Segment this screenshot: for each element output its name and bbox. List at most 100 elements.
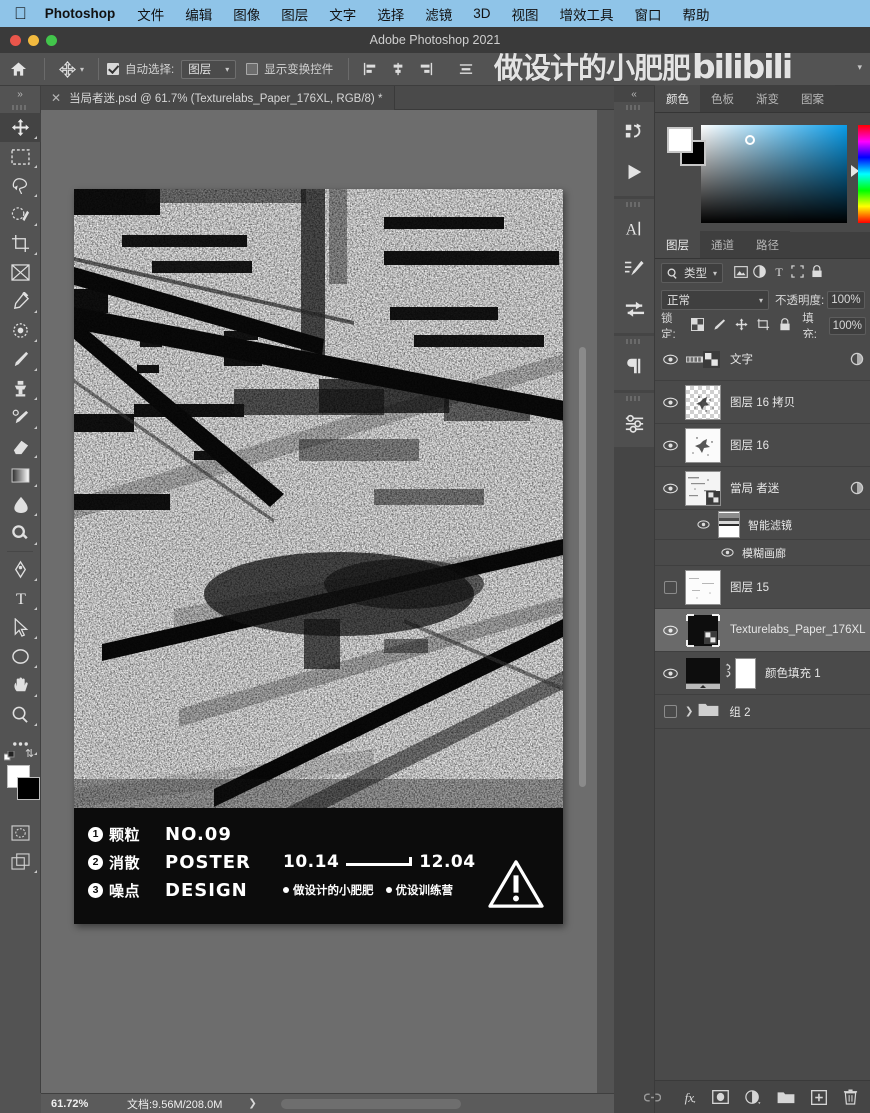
shape-filter-icon[interactable]: [788, 265, 807, 281]
tab-swatches[interactable]: 色板: [700, 85, 745, 112]
menu-item-filter[interactable]: 滤镜: [425, 4, 452, 24]
layer-row-16[interactable]: 图层 16: [655, 424, 870, 467]
close-icon[interactable]: ✕: [51, 91, 61, 105]
tool-lasso[interactable]: [0, 171, 41, 200]
layer-row-15[interactable]: 图层 15: [655, 566, 870, 609]
adjustment-layer-icon[interactable]: [745, 1090, 761, 1105]
tool-blur[interactable]: [0, 490, 41, 519]
layer-visibility-toggle[interactable]: [655, 440, 685, 451]
layer-row-color-fill[interactable]: 颜色填充 1: [655, 652, 870, 695]
new-layer-icon[interactable]: [811, 1090, 827, 1105]
menu-item-file[interactable]: 文件: [137, 4, 164, 24]
tab-gradients[interactable]: 渐变: [745, 85, 790, 112]
home-button[interactable]: [0, 62, 36, 76]
options-bar-overflow-chevron-icon[interactable]: ▾: [857, 62, 862, 73]
tool-brush[interactable]: [0, 345, 41, 374]
canvas-area[interactable]: 1 颗粒 NO.09 2 消散 POSTER 10.14 12.04 3: [41, 110, 614, 1093]
tool-shape-ellipse[interactable]: [0, 642, 41, 671]
layer-row-smart-object[interactable]: 當局 者迷: [655, 467, 870, 510]
rail-drag-handle[interactable]: [614, 199, 654, 209]
hue-slider[interactable]: [858, 125, 870, 223]
layer-thumbnail[interactable]: [685, 656, 721, 691]
layer-visibility-toggle[interactable]: [655, 397, 685, 408]
link-layers-icon[interactable]: [644, 1092, 661, 1103]
menu-item-edit[interactable]: 编辑: [185, 4, 212, 24]
menu-item-image[interactable]: 图像: [233, 4, 260, 24]
menu-item-select[interactable]: 选择: [377, 4, 404, 24]
tool-history-brush[interactable]: [0, 403, 41, 432]
tool-zoom[interactable]: [0, 700, 41, 729]
layer-fx-indicator-icon[interactable]: [850, 352, 864, 371]
tool-eraser[interactable]: [0, 432, 41, 461]
lock-all-icon[interactable]: [779, 318, 791, 334]
expand-tools-icon[interactable]: »: [0, 86, 40, 102]
tool-move[interactable]: [0, 113, 41, 142]
delete-layer-icon[interactable]: [843, 1089, 858, 1105]
tool-quick-selection[interactable]: [0, 200, 41, 229]
menu-item-help[interactable]: 帮助: [683, 4, 710, 24]
layer-mask-thumbnail[interactable]: [735, 658, 756, 689]
add-mask-icon[interactable]: [712, 1090, 729, 1104]
poster-artwork[interactable]: 1 颗粒 NO.09 2 消散 POSTER 10.14 12.04 3: [74, 189, 563, 924]
lock-artboard-icon[interactable]: [757, 318, 770, 334]
layer-visibility-toggle[interactable]: [655, 581, 685, 594]
tool-hand[interactable]: [0, 671, 41, 700]
layer-visibility-toggle[interactable]: [655, 354, 685, 365]
rail-drag-handle[interactable]: [614, 102, 654, 112]
menu-item-plugins[interactable]: 增效工具: [560, 4, 614, 24]
auto-select-checkbox[interactable]: 自动选择:: [107, 53, 181, 86]
tab-patterns[interactable]: 图案: [790, 85, 835, 112]
history-panel-icon[interactable]: [614, 112, 654, 152]
layer-thumbnail[interactable]: [685, 570, 721, 605]
show-transform-checkbox[interactable]: 显示变换控件: [246, 53, 340, 86]
menu-item-3d[interactable]: 3D: [473, 6, 490, 21]
layer-thumbnail[interactable]: [685, 613, 721, 648]
layer-style-fx-icon[interactable]: fx: [677, 1090, 696, 1105]
rail-drag-handle[interactable]: [614, 393, 654, 403]
document-tab[interactable]: ✕ 当局者迷.psd @ 61.7% (Texturelabs_Paper_17…: [41, 86, 395, 110]
lock-image-icon[interactable]: [713, 318, 726, 334]
tool-options-chevron-icon[interactable]: ▾: [80, 65, 84, 74]
paragraph-panel-icon[interactable]: [614, 346, 654, 386]
layer-thumbnail[interactable]: [685, 428, 721, 463]
layer-row-16-copy[interactable]: 图层 16 拷贝: [655, 381, 870, 424]
close-window-button[interactable]: [10, 35, 21, 46]
layer-visibility-toggle[interactable]: [655, 483, 685, 494]
eye-off-icon[interactable]: [664, 705, 677, 718]
swap-colors-icon[interactable]: ⇅: [25, 747, 34, 760]
blur-gallery-filter-row[interactable]: 模糊画廊: [655, 540, 870, 566]
reset-colors-icon[interactable]: [4, 749, 14, 759]
layer-visibility-toggle[interactable]: [655, 625, 685, 636]
background-color-swatch[interactable]: [17, 777, 40, 800]
tool-gradient[interactable]: [0, 461, 41, 490]
layer-visibility-toggle[interactable]: [655, 668, 685, 679]
layer-visibility-toggle[interactable]: [655, 705, 685, 718]
adjustment-filter-icon[interactable]: [750, 265, 769, 281]
auto-select-check-icon[interactable]: [107, 63, 119, 75]
character-panel-icon[interactable]: A: [614, 209, 654, 249]
smart-filter-icon[interactable]: [807, 265, 826, 281]
auto-select-scope-dropdown[interactable]: 图层 ▾: [181, 60, 236, 79]
collapse-panels-icon[interactable]: «: [614, 86, 654, 102]
menu-item-window[interactable]: 窗口: [635, 4, 662, 24]
smart-filter-visibility-toggle[interactable]: [697, 516, 710, 534]
align-center-h-icon[interactable]: [391, 62, 405, 76]
layer-row-group-2[interactable]: ❯ 组 2: [655, 695, 870, 729]
smart-filter-row[interactable]: 智能滤镜: [655, 510, 870, 540]
menu-item-view[interactable]: 视图: [512, 4, 539, 24]
zoom-level-field[interactable]: 61.72%: [41, 1098, 109, 1110]
type-filter-icon[interactable]: T: [769, 265, 788, 281]
tool-dodge[interactable]: [0, 519, 41, 548]
screen-mode-toggle[interactable]: [0, 847, 41, 876]
layer-fx-indicator-icon[interactable]: [850, 481, 864, 500]
maximize-window-button[interactable]: [46, 35, 57, 46]
properties-panel-icon[interactable]: [614, 403, 654, 443]
tool-marquee[interactable]: [0, 142, 41, 171]
tool-frame[interactable]: [0, 258, 41, 287]
tool-path-selection[interactable]: [0, 613, 41, 642]
tab-layers[interactable]: 图层: [655, 231, 700, 258]
tab-color[interactable]: 颜色: [655, 85, 700, 112]
layer-thumbnail[interactable]: [685, 471, 721, 506]
align-left-icon[interactable]: [363, 62, 377, 76]
mask-link-icon[interactable]: [723, 663, 732, 683]
